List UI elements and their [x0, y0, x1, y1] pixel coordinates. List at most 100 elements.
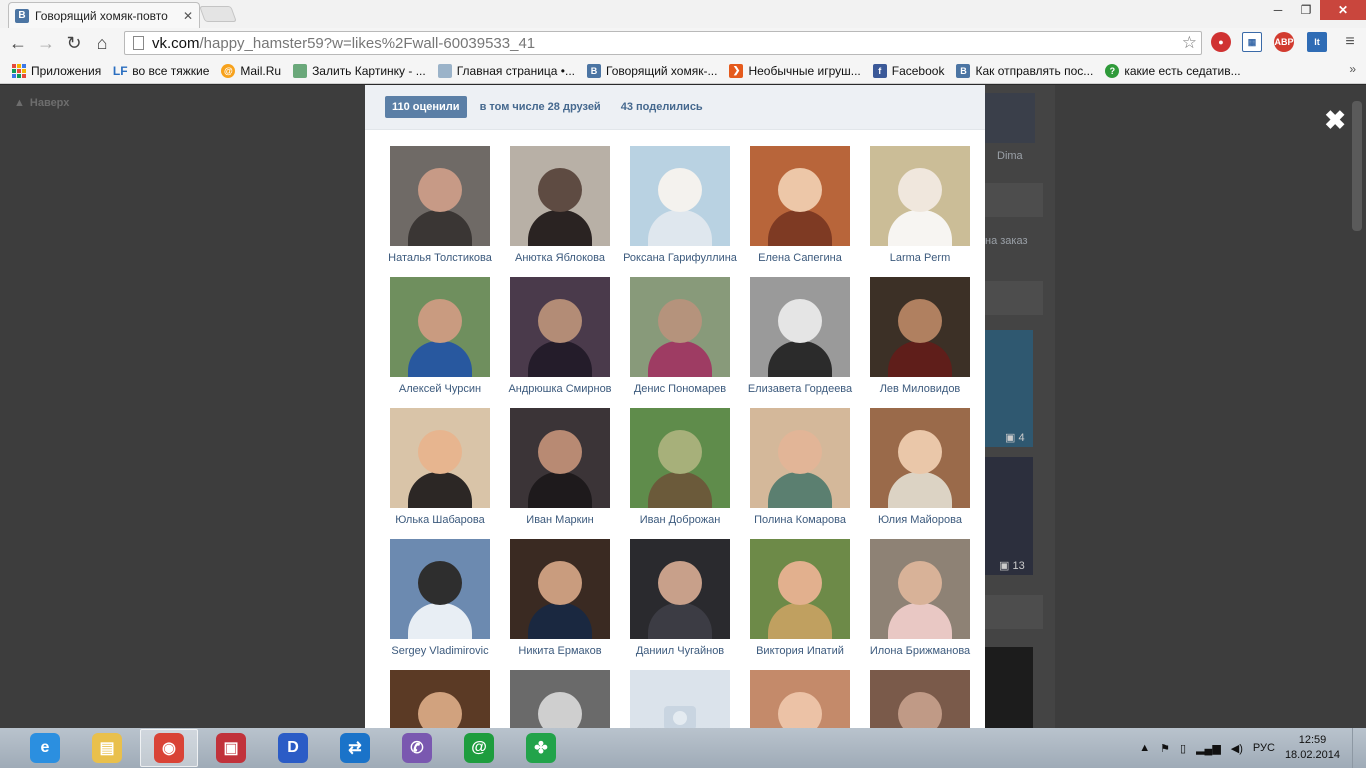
user-avatar[interactable] [750, 277, 850, 377]
bookmark-star-icon[interactable]: ☆ [1182, 33, 1197, 53]
user-name-link[interactable]: Иван Маркин [500, 514, 620, 526]
taskbar-app-button[interactable]: ⇄ [326, 729, 384, 767]
bookmark-item[interactable]: @ Mail.Ru [215, 63, 287, 78]
user-avatar[interactable] [750, 408, 850, 508]
user-name-link[interactable]: Полина Комарова [740, 514, 860, 526]
liked-user-card[interactable]: Даниил Чугайнов [620, 539, 740, 657]
liked-user-card[interactable]: Лев Миловидов [860, 277, 980, 395]
user-name-link[interactable]: Елена Сапегина [740, 252, 860, 264]
taskbar-app-button[interactable]: ✤ [512, 729, 570, 767]
liked-user-card[interactable] [620, 670, 740, 728]
bookmark-item[interactable]: LF во все тяжкие [107, 64, 215, 78]
bookmark-item[interactable]: f Facebook [867, 63, 951, 78]
browser-tab[interactable]: B Говорящий хомяк-повто ✕ [8, 2, 200, 28]
user-avatar[interactable] [390, 277, 490, 377]
user-name-link[interactable]: Юлия Майорова [860, 514, 980, 526]
action-center-flag-icon[interactable]: ⚑ [1160, 742, 1170, 755]
user-avatar[interactable] [870, 146, 970, 246]
liked-user-card[interactable]: Алексей Чурсин [380, 277, 500, 395]
liked-user-card[interactable]: Юлька Шабарова [380, 408, 500, 526]
liked-user-card[interactable]: Никита Ермаков [500, 539, 620, 657]
user-avatar[interactable] [510, 277, 610, 377]
stop-icon[interactable]: ● [1211, 32, 1231, 52]
user-avatar[interactable] [510, 146, 610, 246]
user-name-link[interactable]: Наталья Толстикова [380, 252, 500, 264]
taskbar-app-button[interactable]: ◉ [140, 729, 198, 767]
bookmark-item[interactable]: B Говорящий хомяк-... [581, 63, 723, 78]
user-name-link[interactable]: Иван Доброжан [620, 514, 740, 526]
user-avatar[interactable] [870, 670, 970, 728]
clock[interactable]: 12:59 18.02.2014 [1285, 733, 1340, 763]
user-name-link[interactable]: Андрюшка Смирнов [500, 383, 620, 395]
back-arrow-icon[interactable]: ← [4, 29, 32, 57]
back-to-top-link[interactable]: ▲ Наверх [14, 97, 69, 109]
user-name-link[interactable]: Виктория Ипатий [740, 645, 860, 657]
bookmark-item[interactable]: Залить Картинку - ... [287, 63, 432, 78]
user-avatar[interactable] [510, 539, 610, 639]
user-name-link[interactable]: Даниил Чугайнов [620, 645, 740, 657]
user-avatar[interactable] [630, 277, 730, 377]
user-name-link[interactable]: Юлька Шабарова [380, 514, 500, 526]
menu-icon[interactable]: ≡ [1340, 32, 1360, 52]
tab-shares[interactable]: 43 поделились [614, 96, 710, 118]
user-avatar[interactable] [750, 670, 850, 728]
close-modal-icon[interactable]: ✖ [1324, 105, 1346, 136]
taskbar-app-button[interactable]: @ [450, 729, 508, 767]
liked-user-card[interactable]: Илона Брижманова [860, 539, 980, 657]
taskbar-app-button[interactable]: e [16, 729, 74, 767]
adblock-icon[interactable]: ABP [1274, 32, 1294, 52]
taskbar-app-button[interactable]: ▤ [78, 729, 136, 767]
bookmark-item[interactable]: ❯ Необычные игруш... [723, 63, 866, 78]
liked-user-card[interactable]: Елена Сапегина [740, 146, 860, 264]
show-desktop-button[interactable] [1352, 728, 1366, 768]
forward-arrow-icon[interactable]: → [32, 29, 60, 57]
grid-icon[interactable]: ▦ [1242, 32, 1262, 52]
tray-arrow-icon[interactable]: ▲ [1139, 742, 1150, 754]
user-avatar[interactable] [750, 539, 850, 639]
lt-icon[interactable]: lt [1307, 32, 1327, 52]
liked-user-card[interactable]: Анютка Яблокова [500, 146, 620, 264]
user-avatar[interactable] [870, 539, 970, 639]
user-name-link[interactable]: Лев Миловидов [860, 383, 980, 395]
user-name-link[interactable]: Larma Perm [860, 252, 980, 264]
taskbar-app-button[interactable]: ▣ [202, 729, 260, 767]
device-icon[interactable]: ▯ [1180, 742, 1186, 755]
user-avatar[interactable] [630, 670, 730, 728]
liked-user-card[interactable] [860, 670, 980, 728]
tab-close-icon[interactable]: ✕ [183, 9, 193, 23]
user-avatar[interactable] [390, 408, 490, 508]
bookmark-apps[interactable]: Приложения [6, 63, 107, 78]
liked-user-card[interactable]: Sergey Vladimirovic [380, 539, 500, 657]
home-icon[interactable]: ⌂ [88, 29, 116, 57]
window-close-button[interactable]: ✕ [1320, 0, 1366, 20]
language-indicator[interactable]: РУС [1253, 742, 1275, 754]
user-avatar[interactable] [510, 670, 610, 728]
user-name-link[interactable]: Денис Пономарев [620, 383, 740, 395]
liked-user-card[interactable]: Полина Комарова [740, 408, 860, 526]
user-name-link[interactable]: Алексей Чурсин [380, 383, 500, 395]
tab-likes-all[interactable]: 110 оценили [385, 96, 467, 118]
volume-icon[interactable]: ◀) [1231, 742, 1243, 755]
bookmark-item[interactable]: ? какие есть седатив... [1099, 63, 1246, 78]
user-avatar[interactable] [750, 146, 850, 246]
bookmark-item[interactable]: B Как отправлять пос... [950, 63, 1099, 78]
reload-icon[interactable]: ↻ [60, 29, 88, 57]
maximize-button[interactable]: ❐ [1292, 0, 1320, 20]
liked-user-card[interactable]: Наталья Толстикова [380, 146, 500, 264]
bookmarks-overflow-icon[interactable]: » [1349, 62, 1356, 76]
user-avatar[interactable] [510, 408, 610, 508]
taskbar-app-button[interactable]: ✆ [388, 729, 446, 767]
page-scrollbar[interactable] [1352, 101, 1362, 231]
user-avatar[interactable] [390, 670, 490, 728]
liked-user-card[interactable] [740, 670, 860, 728]
new-tab-button[interactable] [199, 6, 237, 22]
liked-user-card[interactable]: Иван Маркин [500, 408, 620, 526]
liked-user-card[interactable]: Юлия Майорова [860, 408, 980, 526]
user-name-link[interactable]: Никита Ермаков [500, 645, 620, 657]
user-name-link[interactable]: Sergey Vladimirovic [380, 645, 500, 657]
user-avatar[interactable] [870, 277, 970, 377]
liked-user-card[interactable]: Larma Perm [860, 146, 980, 264]
user-avatar[interactable] [630, 146, 730, 246]
liked-user-card[interactable]: Виктория Ипатий [740, 539, 860, 657]
user-avatar[interactable] [390, 146, 490, 246]
